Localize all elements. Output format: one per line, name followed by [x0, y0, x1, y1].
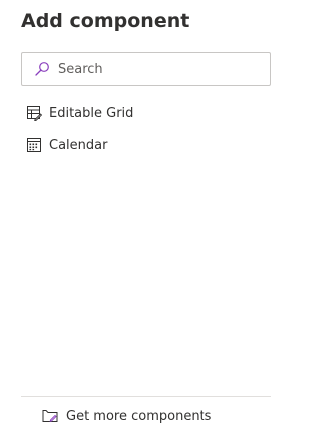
- search-box[interactable]: [21, 52, 271, 86]
- search-icon: [34, 61, 50, 77]
- calendar-icon: [26, 137, 42, 153]
- editable-grid-icon: [26, 105, 42, 121]
- component-label: Editable Grid: [49, 105, 134, 121]
- footer-divider: [21, 396, 271, 397]
- component-label: Calendar: [49, 137, 108, 153]
- component-item-calendar[interactable]: Calendar: [26, 134, 107, 156]
- search-input[interactable]: [58, 61, 258, 77]
- panel-title: Add component: [21, 10, 190, 32]
- get-more-components-label: Get more components: [66, 408, 212, 424]
- store-icon: [41, 408, 59, 424]
- get-more-components-button[interactable]: Get more components: [41, 405, 211, 427]
- component-item-editable-grid[interactable]: Editable Grid: [26, 102, 133, 124]
